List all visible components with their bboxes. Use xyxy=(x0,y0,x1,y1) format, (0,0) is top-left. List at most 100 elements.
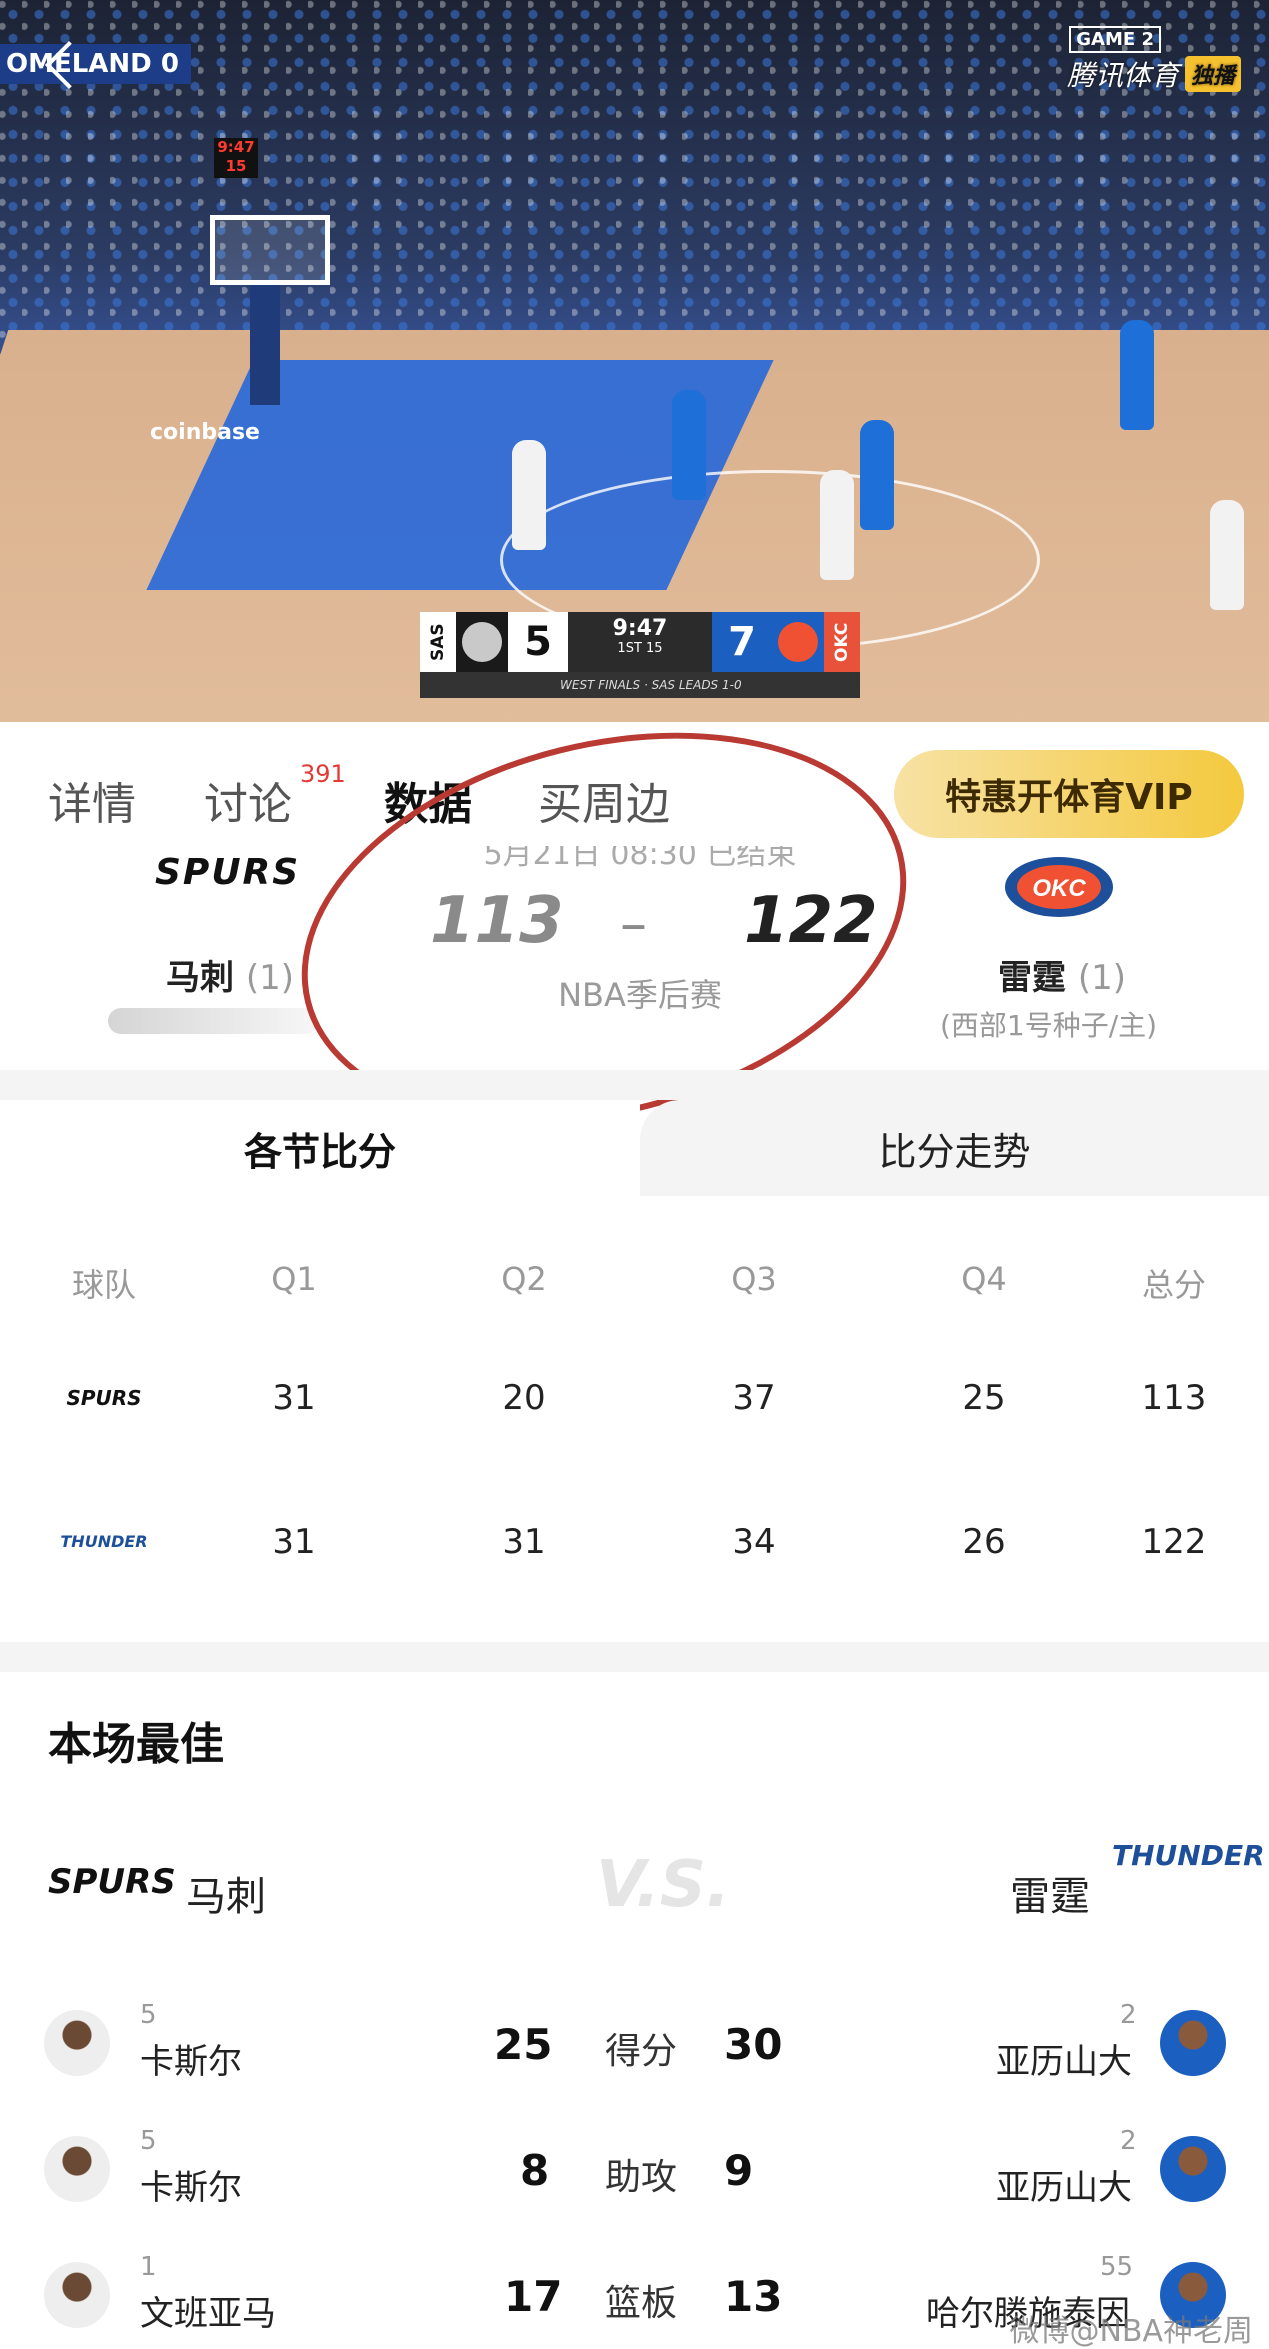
left-team-name: 马刺 xyxy=(186,1874,266,1920)
header-team: 球队 xyxy=(71,1266,136,1304)
right-player-number: 2 xyxy=(1120,2000,1137,2030)
best-stat-row[interactable]: 5 卡斯尔 25 得分 30 2 亚历山大 xyxy=(0,2000,1269,2110)
player-figure xyxy=(820,470,854,580)
header-q3: Q3 xyxy=(731,1260,777,1298)
left-player-name: 文班亚马 xyxy=(140,2294,276,2334)
spurs-row-logo: SPURS xyxy=(66,1386,142,1410)
right-team-name: 雷霆 xyxy=(1010,1874,1090,1920)
tv-scorebug: SAS 5 9:47 1ST 15 7 OKC WEST FINALS · SA… xyxy=(420,612,860,698)
vip-button[interactable]: 特惠开体育VIP xyxy=(894,750,1244,838)
header-total: 总分 xyxy=(1141,1266,1206,1304)
right-player-number: 2 xyxy=(1120,2126,1137,2156)
versus-mark: V.S. xyxy=(596,1848,731,1922)
arena-board-text: OMELAND 0 xyxy=(0,44,191,84)
best-stat-row[interactable]: 5 卡斯尔 8 助攻 9 2 亚历山大 xyxy=(0,2126,1269,2236)
away-team-label: 马刺 xyxy=(166,958,234,998)
away-team-rank: (1) xyxy=(245,958,295,998)
spurs-logo-icon xyxy=(456,612,508,672)
spurs-logo: SPURS xyxy=(155,852,301,893)
player-figure xyxy=(1120,320,1154,430)
q3-cell: 34 xyxy=(732,1522,776,1562)
okc-logo: OKC xyxy=(1005,857,1113,917)
player-avatar xyxy=(44,2010,110,2076)
header-q4: Q4 xyxy=(961,1260,1007,1298)
away-abbr: SAS xyxy=(420,612,456,672)
home-team-name[interactable]: 雷霆 (1) xyxy=(998,950,1126,999)
game-number-label: GAME 2 xyxy=(1069,26,1161,53)
exclusive-badge: 独播 xyxy=(1184,56,1241,92)
game-period: 1ST xyxy=(617,641,642,656)
home-team-rank: (1) xyxy=(1077,958,1127,998)
weibo-watermark: 微博@NBA神老周 xyxy=(1009,2314,1253,2349)
app-root: OMELAND 0 9:47 15 coinbase GAME 2 腾讯体育 独… xyxy=(0,0,1269,2349)
left-player-name: 卡斯尔 xyxy=(140,2168,242,2208)
shot-clock-time: 9:47 xyxy=(217,138,255,156)
right-stat-value: 30 xyxy=(724,2020,783,2069)
tab-discussion[interactable]: 讨论 xyxy=(204,768,292,832)
table-header-row: 球队 Q1 Q2 Q3 Q4 总分 xyxy=(0,1240,1269,1320)
away-tv-score: 5 xyxy=(508,612,568,672)
left-player-number: 5 xyxy=(140,2126,157,2156)
okc-logo-icon xyxy=(772,612,824,672)
spurs-logo: SPURS xyxy=(48,1862,176,1902)
game-clock-time: 9:47 xyxy=(612,616,668,641)
player-avatar xyxy=(44,2136,110,2202)
q1-cell: 31 xyxy=(272,1522,316,1562)
broadcaster-name: 腾讯体育 xyxy=(1066,59,1179,92)
stat-label: 得分 xyxy=(604,2031,677,2072)
header-q1: Q1 xyxy=(271,1260,317,1298)
table-row: THUNDER 31 31 34 26 122 xyxy=(0,1502,1269,1582)
home-tv-score: 7 xyxy=(712,612,772,672)
home-team-label: 雷霆 xyxy=(998,958,1066,998)
game-clock: 9:47 1ST 15 xyxy=(568,612,712,672)
tab-details[interactable]: 详情 xyxy=(48,768,136,832)
left-player-name: 卡斯尔 xyxy=(140,2042,242,2082)
home-abbr: OKC xyxy=(824,612,860,672)
total-cell: 113 xyxy=(1141,1378,1207,1418)
tab-score-trend[interactable]: 比分走势 xyxy=(640,1100,1269,1196)
thunder-logo: THUNDER xyxy=(1112,1839,1265,1872)
right-player-name: 亚历山大 xyxy=(996,2168,1132,2208)
discussion-count-badge: 391 xyxy=(300,760,346,788)
home-seed-note: (西部1号种子/主) xyxy=(940,1009,1158,1042)
shot-clock-display: 9:47 15 xyxy=(214,138,258,178)
okc-logo-text: OKC xyxy=(1032,875,1086,902)
q1-cell: 31 xyxy=(272,1378,316,1418)
right-player-number: 55 xyxy=(1100,2252,1134,2282)
player-avatar xyxy=(1160,2010,1226,2076)
right-stat-value: 13 xyxy=(724,2272,783,2321)
tab-quarter-scores[interactable]: 各节比分 xyxy=(0,1100,640,1196)
left-player-number: 1 xyxy=(140,2252,157,2282)
stat-label: 助攻 xyxy=(604,2157,677,2198)
player-figure xyxy=(672,390,706,500)
table-row: SPURS 31 20 37 25 113 xyxy=(0,1358,1269,1438)
section-divider xyxy=(0,1070,1269,1100)
right-stat-value: 9 xyxy=(724,2146,754,2195)
player-figure xyxy=(1210,500,1244,610)
player-figure xyxy=(512,440,546,550)
q2-cell: 20 xyxy=(502,1378,546,1418)
blurred-note xyxy=(108,1008,318,1034)
away-team-name[interactable]: 马刺 (1) xyxy=(166,950,294,999)
left-stat-value: 25 xyxy=(494,2020,553,2069)
broadcaster-watermark: 腾讯体育 独播 xyxy=(1067,54,1241,94)
series-strip: WEST FINALS · SAS LEADS 1-0 xyxy=(420,672,860,698)
sponsor-board: coinbase xyxy=(150,420,260,445)
left-player-number: 5 xyxy=(140,2000,157,2030)
q4-cell: 25 xyxy=(962,1378,1006,1418)
basket-stanchion xyxy=(210,215,330,405)
header-q2: Q2 xyxy=(501,1260,547,1298)
q2-cell: 31 xyxy=(502,1522,546,1562)
total-cell: 122 xyxy=(1141,1522,1207,1562)
q3-cell: 37 xyxy=(732,1378,776,1418)
section-divider xyxy=(0,1642,1269,1672)
stat-label: 篮板 xyxy=(604,2283,677,2324)
player-figure xyxy=(860,420,894,530)
best-players-title: 本场最佳 xyxy=(48,1719,224,1770)
right-player-name: 亚历山大 xyxy=(996,2042,1132,2082)
player-avatar xyxy=(1160,2136,1226,2202)
shot-clock-small: 15 xyxy=(646,641,663,656)
shot-clock-seconds: 15 xyxy=(225,157,247,175)
thunder-row-logo: THUNDER xyxy=(60,1532,148,1551)
video-player[interactable]: OMELAND 0 9:47 15 coinbase GAME 2 腾讯体育 独… xyxy=(0,0,1269,722)
